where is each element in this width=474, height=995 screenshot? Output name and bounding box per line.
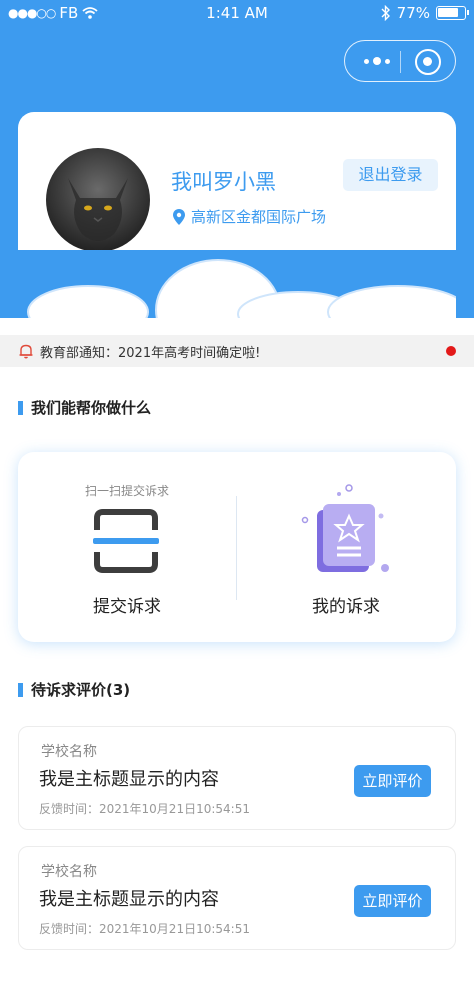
mini-program-capsule bbox=[344, 40, 456, 82]
scan-icon bbox=[93, 509, 159, 573]
bell-icon bbox=[19, 344, 33, 359]
review-school: 学校名称 bbox=[41, 864, 97, 880]
review-item[interactable]: 学校名称 我是主标题显示的内容 反馈时间：2021年10月21日10:54:51… bbox=[18, 726, 456, 830]
location: 高新区金都国际广场 bbox=[173, 206, 326, 227]
submit-request-entry[interactable]: 扫一扫提交诉求 提交诉求 bbox=[18, 452, 236, 642]
my-requests-label: 我的诉求 bbox=[312, 597, 380, 617]
close-target-icon[interactable] bbox=[415, 49, 441, 75]
help-section-title: 我们能帮你做什么 bbox=[18, 397, 151, 418]
service-card: 扫一扫提交诉求 提交诉求 我的诉求 bbox=[18, 452, 456, 642]
profile-name: 我叫罗小黑 bbox=[171, 170, 276, 194]
more-icon[interactable] bbox=[359, 51, 395, 71]
battery-icon bbox=[436, 6, 469, 20]
header-background: ●●●○○ FB 1:41 AM 77% 我叫罗小黑 高新区金都国际广场 退出登… bbox=[0, 0, 474, 318]
review-time: 反馈时间：2021年10月21日10:54:51 bbox=[39, 802, 250, 816]
pending-section-title: 待诉求评价(3) bbox=[18, 679, 130, 700]
status-bar: ●●●○○ FB 1:41 AM 77% bbox=[0, 0, 474, 26]
notice-text: 教育部通知：2021年高考时间确定啦! bbox=[40, 345, 261, 361]
location-text: 高新区金都国际广场 bbox=[191, 208, 327, 226]
battery-percent: 77% bbox=[396, 4, 430, 22]
profile-card: 我叫罗小黑 高新区金都国际广场 退出登录 bbox=[18, 112, 456, 318]
location-pin-icon bbox=[173, 208, 185, 225]
review-school: 学校名称 bbox=[41, 744, 97, 760]
review-title: 我是主标题显示的内容 bbox=[39, 889, 219, 910]
rate-now-button[interactable]: 立即评价 bbox=[354, 765, 431, 797]
review-title: 我是主标题显示的内容 bbox=[39, 769, 219, 790]
avatar[interactable] bbox=[46, 148, 150, 252]
logout-button[interactable]: 退出登录 bbox=[343, 159, 438, 191]
review-time: 反馈时间：2021年10月21日10:54:51 bbox=[39, 922, 250, 936]
notice-bar[interactable]: 教育部通知：2021年高考时间确定啦! bbox=[0, 335, 474, 367]
review-item[interactable]: 学校名称 我是主标题显示的内容 反馈时间：2021年10月21日10:54:51… bbox=[18, 846, 456, 950]
bluetooth-icon bbox=[381, 5, 390, 21]
my-requests-icon bbox=[301, 484, 389, 572]
cat-avatar-image bbox=[68, 178, 128, 241]
capsule-divider bbox=[400, 51, 401, 73]
rate-now-button[interactable]: 立即评价 bbox=[354, 885, 431, 917]
unread-dot bbox=[446, 346, 456, 356]
submit-request-label: 提交诉求 bbox=[93, 597, 161, 617]
scan-hint: 扫一扫提交诉求 bbox=[84, 484, 169, 498]
my-requests-entry[interactable]: 我的诉求 bbox=[237, 452, 456, 642]
cloud-decoration bbox=[18, 250, 456, 318]
